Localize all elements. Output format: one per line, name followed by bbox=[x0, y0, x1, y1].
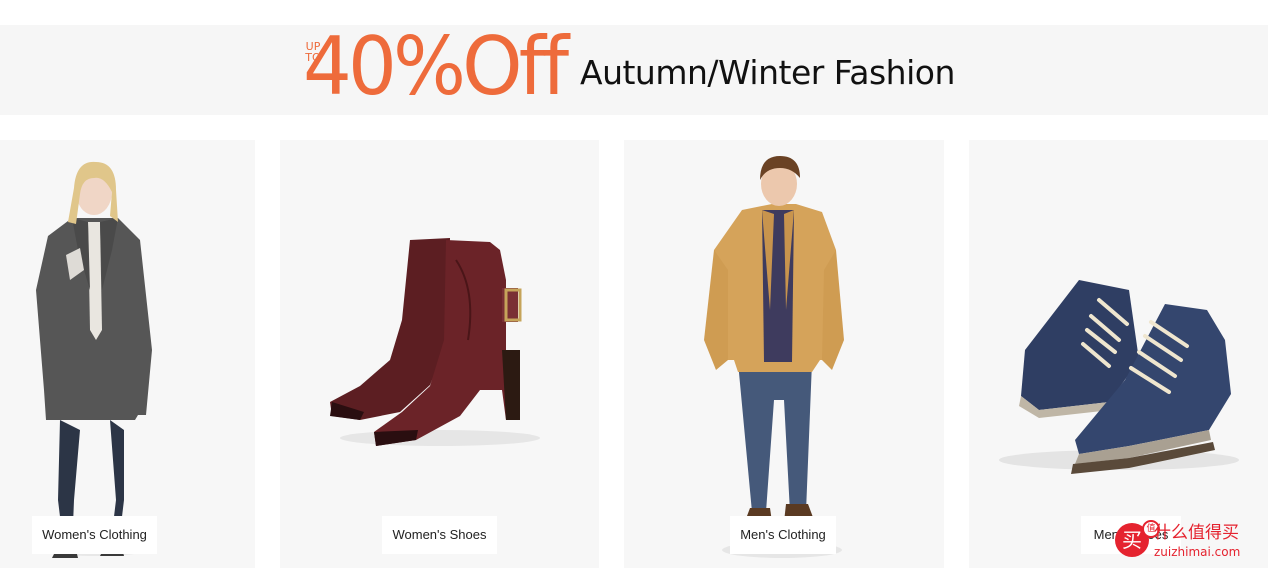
watermark-site-name: 什么值得买 bbox=[1154, 523, 1239, 543]
man-in-tan-jacket-image bbox=[704, 156, 844, 558]
category-card-mens-clothing[interactable]: Men's Clothing bbox=[624, 140, 944, 568]
woman-in-grey-coat-image bbox=[35, 161, 155, 558]
burgundy-ankle-boots-image bbox=[330, 238, 540, 446]
watermark-url: zuizhimai.com bbox=[1154, 545, 1241, 559]
category-card-mens-shoes[interactable]: Men's Shoes bbox=[969, 140, 1268, 568]
discount-text: 40%Off bbox=[303, 20, 569, 113]
category-card-womens-clothing[interactable]: Women's Clothing bbox=[0, 140, 255, 568]
category-label: Men's Clothing bbox=[730, 516, 836, 554]
navy-hiking-boots-image bbox=[999, 280, 1239, 474]
site-watermark: 买 值 什么值得买 zuizhimai.com bbox=[1112, 518, 1268, 568]
category-card-womens-shoes[interactable]: Women's Shoes bbox=[280, 140, 599, 568]
category-label: Women's Clothing bbox=[32, 516, 157, 554]
category-label: Women's Shoes bbox=[382, 516, 497, 554]
promo-banner[interactable]: UP TO 40%Off Autumn/Winter Fashion bbox=[0, 25, 1268, 115]
banner-headline: Autumn/Winter Fashion bbox=[580, 53, 955, 92]
